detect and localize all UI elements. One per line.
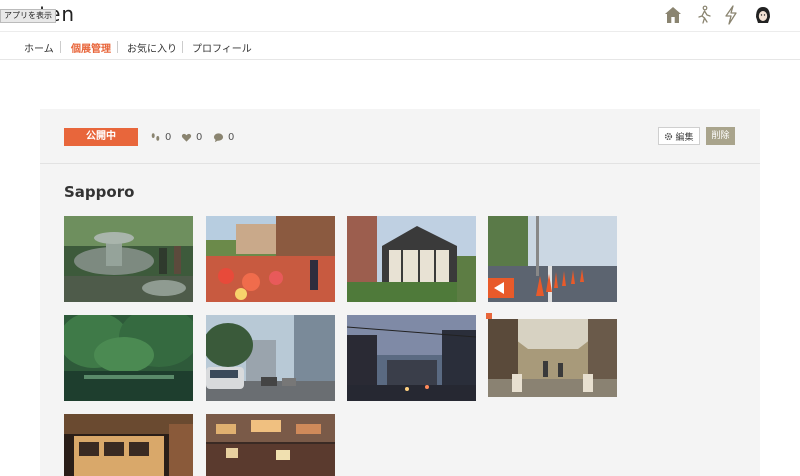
main-nav: ホーム 個展管理 お気に入り プロフィール: [0, 31, 800, 60]
nav-profile[interactable]: プロフィール: [192, 40, 252, 55]
edit-button-label: 編集: [675, 132, 694, 143]
comment-icon: [213, 132, 224, 142]
walk-icon[interactable]: [694, 5, 714, 25]
album-title: Sapporo: [64, 183, 135, 201]
nav-divider: [60, 41, 61, 53]
likes-count: 0: [196, 131, 203, 143]
app-tooltip[interactable]: アプリを表示: [0, 9, 56, 23]
footsteps-count: 0: [165, 131, 172, 143]
photo-garden-flowers[interactable]: [206, 216, 335, 302]
photo-night-tram[interactable]: [64, 414, 193, 476]
comments-count: 0: [228, 131, 235, 143]
photo-fountain[interactable]: [64, 216, 193, 302]
photo-traffic-cones[interactable]: [488, 216, 617, 302]
top-bar: aten アプリを表示: [0, 0, 800, 31]
home-icon[interactable]: [663, 5, 683, 25]
gear-icon: [665, 132, 673, 140]
photo-dusk-street[interactable]: [347, 315, 476, 401]
photo-shopping-arcade[interactable]: [488, 319, 617, 397]
nav-divider: [117, 41, 118, 53]
photo-night-alley[interactable]: [206, 414, 335, 476]
delete-button[interactable]: 削除: [706, 127, 735, 145]
heart-icon: [181, 133, 192, 142]
nav-home[interactable]: ホーム: [24, 40, 54, 55]
photo-tudor-building[interactable]: [347, 216, 476, 302]
selection-marker: [486, 313, 492, 319]
lightning-icon[interactable]: [721, 5, 741, 25]
exhibit-panel: 公開中 0 0 0 編集 削除 Sapporo: [40, 109, 760, 476]
status-badge: 公開中: [64, 128, 138, 146]
likes-stat: 0: [181, 130, 202, 144]
nav-exhibit-manage[interactable]: 個展管理: [71, 40, 111, 55]
nav-divider: [182, 41, 183, 53]
photo-city-street[interactable]: [206, 315, 335, 401]
exhibit-toolbar: 公開中 0 0 0 編集 削除: [40, 109, 760, 164]
nav-favorites[interactable]: お気に入り: [127, 40, 177, 55]
user-avatar[interactable]: [753, 5, 773, 25]
edit-button[interactable]: 編集: [658, 127, 700, 145]
footsteps-icon: [151, 132, 160, 141]
comments-stat: 0: [213, 130, 234, 144]
photo-forest-pond[interactable]: [64, 315, 193, 401]
footsteps-stat: 0: [150, 130, 171, 144]
